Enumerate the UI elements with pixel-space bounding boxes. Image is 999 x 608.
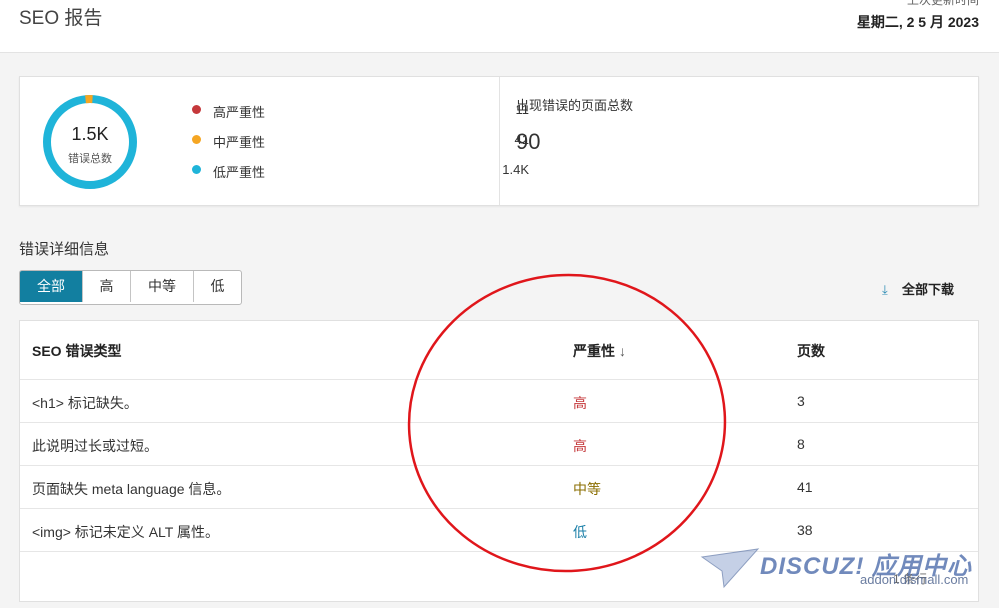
- last-updated-date: 星期二, 2 5 月 2023: [856, 14, 979, 30]
- error-type-cell: <img> 标记未定义 ALT 属性。: [32, 524, 219, 540]
- table-row[interactable]: <img> 标记未定义 ALT 属性。 低 38: [20, 508, 978, 552]
- pages-with-errors-value: 90: [516, 129, 541, 154]
- top-bar: SEO 报告 上次更新时间 星期二, 2 5 月 2023: [0, 0, 999, 53]
- filter-high[interactable]: 高: [83, 271, 131, 302]
- total-errors-caption: 错误总数: [68, 153, 112, 165]
- pages-cell: 38: [797, 522, 813, 538]
- column-header-error-type[interactable]: SEO 错误类型: [32, 341, 121, 361]
- column-header-label: SEO 错误类型: [32, 343, 122, 359]
- table-row[interactable]: <h1> 标记缺失。 高 3: [20, 379, 978, 423]
- sort-descending-icon: ↓: [619, 343, 626, 359]
- column-header-pages[interactable]: 页数: [797, 341, 825, 361]
- severity-cell: 低: [573, 524, 587, 540]
- low-severity-dot: [192, 165, 201, 174]
- total-errors-value: 1.5K: [71, 124, 109, 144]
- row-count-text: 1 条行: [893, 572, 928, 586]
- column-header-label: 页数: [797, 343, 825, 359]
- download-icon: ⤓: [882, 282, 888, 297]
- legend-label: 高严重性: [213, 105, 266, 120]
- summary-card: 1.5K 错误总数 高严重性 11 中严重性 41 低严重性 1.4K 出现错误…: [19, 76, 979, 206]
- legend-label: 中严重性: [213, 135, 266, 150]
- error-type-cell: 此说明过长或过短。: [32, 438, 158, 454]
- page-title: SEO 报告: [19, 8, 103, 29]
- pages-cell: 8: [797, 436, 805, 452]
- severity-cell: 高: [573, 438, 587, 454]
- high-severity-dot: [192, 105, 201, 114]
- table-row[interactable]: 此说明过长或过短。 高 8: [20, 422, 978, 466]
- severity-filter-group: 全部 高 中等 低: [19, 270, 242, 305]
- filter-low[interactable]: 低: [194, 271, 241, 302]
- legend-label: 低严重性: [213, 165, 266, 180]
- card-divider: [499, 77, 500, 205]
- error-table: SEO 错误类型 严重性 ↓ 页数 <h1> 标记缺失。 高 3 此说明过长或过短…: [19, 320, 979, 602]
- pages-cell: 41: [797, 479, 813, 495]
- table-footer-row: [20, 551, 978, 602]
- legend-count: 1.4K: [502, 162, 529, 177]
- severity-cell: 中等: [573, 481, 601, 497]
- column-header-severity[interactable]: 严重性 ↓: [573, 341, 626, 361]
- table-row[interactable]: 页面缺失 meta language 信息。 中等 41: [20, 465, 978, 509]
- donut-center: 1.5K 错误总数: [42, 94, 138, 190]
- error-details-title: 错误详细信息: [19, 241, 110, 258]
- column-header-label: 严重性: [573, 343, 615, 359]
- pages-with-errors-label: 出现错误的页面总数: [516, 98, 634, 113]
- download-all-button[interactable]: ⤓ 全部下载: [882, 279, 954, 298]
- error-type-cell: 页面缺失 meta language 信息。: [32, 481, 231, 497]
- last-updated-label: 上次更新时间: [906, 0, 979, 7]
- severity-cell: 高: [573, 395, 587, 411]
- filter-medium[interactable]: 中等: [131, 271, 194, 302]
- medium-severity-dot: [192, 135, 201, 144]
- pages-cell: 3: [797, 393, 805, 409]
- filter-all[interactable]: 全部: [20, 271, 83, 302]
- error-type-cell: <h1> 标记缺失。: [32, 395, 138, 411]
- download-all-label: 全部下载: [902, 282, 955, 297]
